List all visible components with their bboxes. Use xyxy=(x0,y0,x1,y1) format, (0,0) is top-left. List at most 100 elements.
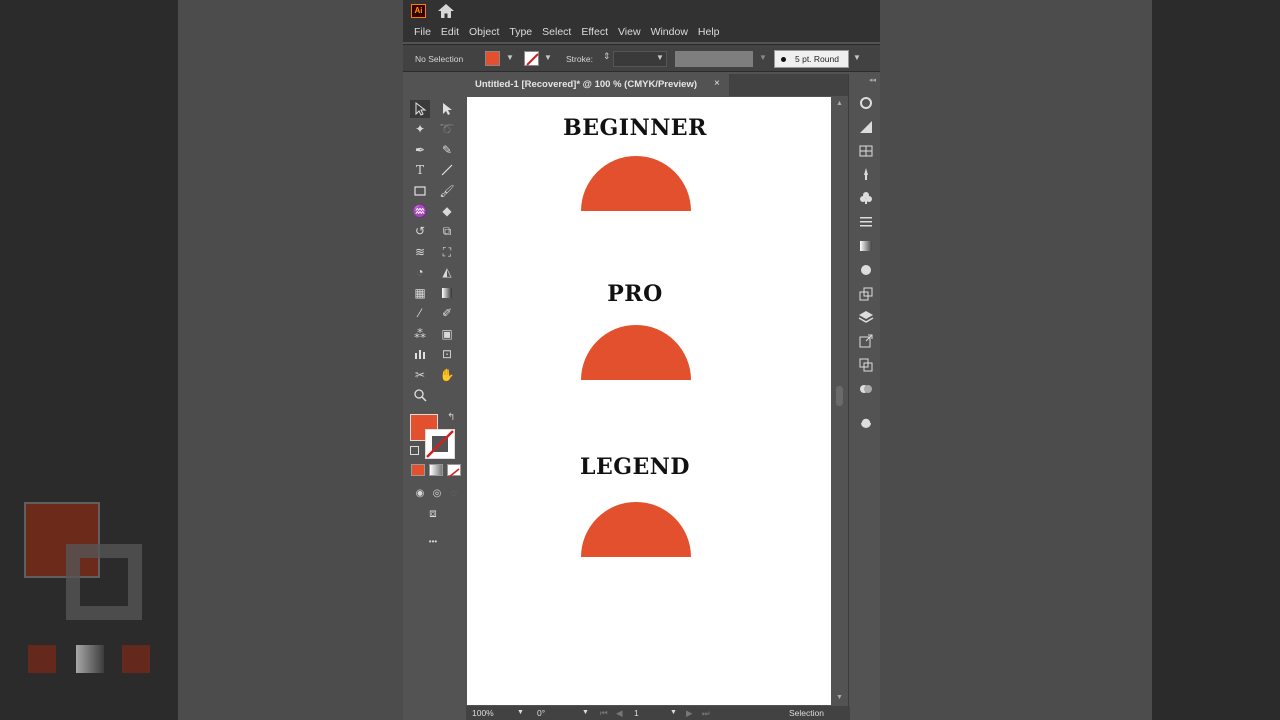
free-transform-tool-icon[interactable]: ⛶ xyxy=(437,243,457,261)
live-paint-tool-icon[interactable]: ▣ xyxy=(437,325,457,343)
menu-effect[interactable]: Effect xyxy=(576,26,613,38)
eyedropper-tool-icon[interactable]: ⁄ xyxy=(410,304,430,322)
shape-builder-tool-icon[interactable]: ◔ xyxy=(410,263,430,281)
artboard-number[interactable]: 1 xyxy=(634,708,639,718)
menu-window[interactable]: Window xyxy=(646,26,693,38)
type-tool-icon[interactable]: T xyxy=(410,161,430,179)
zoom-level[interactable]: 100% xyxy=(472,708,494,718)
document-tab[interactable]: Untitled-1 [Recovered]* @ 100 % (CMYK/Pr… xyxy=(466,74,729,96)
libraries-icon[interactable] xyxy=(858,95,874,111)
stroke-swatch[interactable] xyxy=(524,51,539,66)
perspective-grid-tool-icon[interactable]: ◭ xyxy=(437,263,457,281)
blend-tool-icon[interactable]: ✐ xyxy=(437,304,457,322)
scroll-up-icon[interactable]: ▲ xyxy=(836,100,843,107)
direct-selection-tool-icon[interactable] xyxy=(437,100,457,118)
collapse-panels-icon[interactable]: ◂◂ xyxy=(869,76,876,84)
rotation-angle[interactable]: 0° xyxy=(537,708,545,718)
fill-swatch[interactable] xyxy=(485,51,500,66)
variable-width-profile[interactable] xyxy=(675,51,753,67)
rotation-dropdown-icon[interactable]: ▼ xyxy=(582,709,589,716)
semicircle-shape-beginner[interactable] xyxy=(581,156,691,211)
semicircle-shape-pro[interactable] xyxy=(581,325,691,380)
background-left-panel xyxy=(178,0,403,720)
layers-icon[interactable] xyxy=(858,309,874,325)
profile-dropdown-icon[interactable]: ▼ xyxy=(759,53,767,62)
selection-tool-icon[interactable] xyxy=(410,100,430,118)
stroke-panel-icon[interactable] xyxy=(858,214,874,230)
menu-bar: File Edit Object Type Select Effect View… xyxy=(403,22,880,42)
current-tool-status: Selection xyxy=(789,708,824,718)
transform-icon[interactable] xyxy=(858,286,874,302)
color-guide-icon[interactable] xyxy=(858,119,874,135)
stroke-weight-dropdown-icon[interactable]: ▼ xyxy=(656,53,664,62)
slice-tool-icon[interactable]: ✂ xyxy=(410,366,430,384)
brushes-icon[interactable] xyxy=(858,166,874,182)
menu-object[interactable]: Object xyxy=(464,26,504,38)
paintbrush-tool-icon[interactable]: 🖌 xyxy=(437,182,457,200)
vertical-scrollbar[interactable]: ▲ ▼ xyxy=(833,96,847,706)
symbol-sprayer-tool-icon[interactable]: ⁂ xyxy=(410,325,430,343)
line-tool-icon[interactable] xyxy=(437,161,457,179)
menu-type[interactable]: Type xyxy=(504,26,537,38)
canvas-area[interactable]: BEGINNER PRO LEGEND xyxy=(466,96,850,706)
menu-select[interactable]: Select xyxy=(537,26,576,38)
scale-tool-icon[interactable]: ⧉ xyxy=(437,222,457,240)
menu-help[interactable]: Help xyxy=(693,26,725,38)
magic-wand-icon[interactable]: ✦ xyxy=(410,120,430,138)
recolor-icon[interactable] xyxy=(858,415,874,431)
brush-dropdown-icon[interactable]: ▼ xyxy=(853,53,861,62)
stroke-dropdown-icon[interactable]: ▼ xyxy=(544,53,552,62)
appearance-icon[interactable] xyxy=(858,262,874,278)
edit-toolbar-icon[interactable]: ••• xyxy=(423,532,443,550)
home-icon[interactable] xyxy=(437,3,455,19)
next-artboard-icon[interactable]: ▶ xyxy=(686,708,693,719)
artboard[interactable]: BEGINNER PRO LEGEND xyxy=(467,97,831,705)
fill-dropdown-icon[interactable]: ▼ xyxy=(506,53,514,62)
shaper-tool-icon[interactable]: ♒ xyxy=(410,202,430,220)
default-fill-stroke-icon[interactable] xyxy=(410,446,419,455)
heading-legend[interactable]: LEGEND xyxy=(467,454,803,480)
heading-beginner[interactable]: BEGINNER xyxy=(467,115,803,141)
draw-inside-icon[interactable]: ◌ xyxy=(444,484,464,502)
screen-mode-icon[interactable]: ⧈ xyxy=(423,504,443,522)
first-artboard-icon[interactable]: ⏮ xyxy=(600,708,608,719)
swatches-icon[interactable] xyxy=(858,143,874,159)
brush-definition-dropdown[interactable]: 5 pt. Round xyxy=(774,50,849,68)
previous-artboard-icon[interactable]: ◀ xyxy=(616,708,623,719)
artboards-icon[interactable] xyxy=(858,357,874,373)
gradient-tool-icon[interactable] xyxy=(437,284,457,302)
graph-tool-icon[interactable] xyxy=(410,345,430,363)
menu-edit[interactable]: Edit xyxy=(436,26,464,38)
width-tool-icon[interactable]: ≋ xyxy=(410,243,430,261)
semicircle-shape-legend[interactable] xyxy=(581,502,691,557)
rectangle-tool-icon[interactable] xyxy=(410,182,430,200)
last-artboard-icon[interactable]: ⏭ xyxy=(702,708,710,719)
heading-pro[interactable]: PRO xyxy=(467,281,803,307)
gradient-panel-icon[interactable] xyxy=(858,238,874,254)
menu-view[interactable]: View xyxy=(613,26,646,38)
curvature-tool-icon[interactable]: ✎ xyxy=(437,141,457,159)
mesh-tool-icon[interactable]: ▦ xyxy=(410,284,430,302)
stroke-stepper-icon[interactable]: ⇕ xyxy=(603,51,611,62)
rotate-tool-icon[interactable]: ↺ xyxy=(410,222,430,240)
pathfinder-icon[interactable] xyxy=(858,381,874,397)
hand-tool-icon[interactable]: ✋ xyxy=(437,366,457,384)
pen-tool-icon[interactable]: ✒ xyxy=(410,141,430,159)
menu-file[interactable]: File xyxy=(409,26,436,38)
zoom-tool-icon[interactable] xyxy=(410,386,430,404)
artboard-dropdown-icon[interactable]: ▼ xyxy=(670,709,677,716)
symbols-icon[interactable] xyxy=(858,190,874,206)
artboard-tool-icon[interactable]: ⊡ xyxy=(437,345,457,363)
zoom-dropdown-icon[interactable]: ▼ xyxy=(517,709,524,716)
export-icon[interactable] xyxy=(858,333,874,349)
scroll-thumb[interactable] xyxy=(836,386,843,406)
close-tab-icon[interactable]: × xyxy=(714,78,720,89)
scroll-down-icon[interactable]: ▼ xyxy=(836,694,843,701)
gradient-mode-button[interactable] xyxy=(429,464,443,476)
eraser-tool-icon[interactable]: ◆ xyxy=(437,202,457,220)
color-mode-button[interactable] xyxy=(411,464,425,476)
stroke-color-box[interactable] xyxy=(425,429,455,459)
swap-fill-stroke-icon[interactable]: ↰ xyxy=(447,412,455,423)
none-mode-button[interactable] xyxy=(447,464,461,478)
lasso-tool-icon[interactable]: ➰ xyxy=(437,120,457,138)
